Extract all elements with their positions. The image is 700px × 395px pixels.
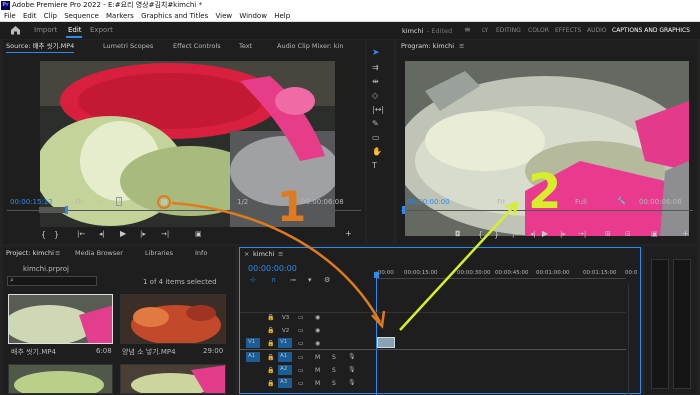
step2-label: 2 <box>528 164 562 220</box>
step1-label: 1 <box>277 182 307 231</box>
annotation-overlay <box>171 201 519 331</box>
step2-arrow <box>399 204 516 331</box>
step1-arrow <box>171 201 382 323</box>
